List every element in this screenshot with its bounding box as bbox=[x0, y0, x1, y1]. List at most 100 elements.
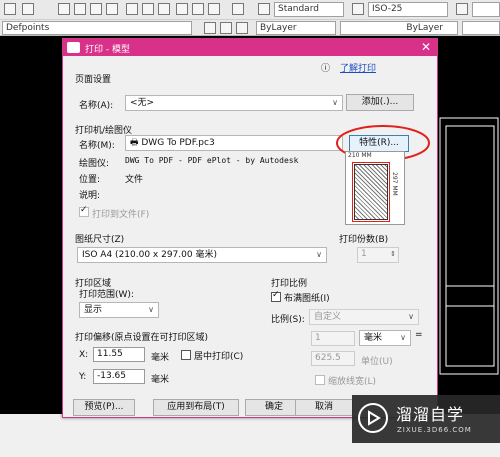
apply-to-layout-button[interactable]: 应用到布局(T) bbox=[153, 399, 239, 416]
sheet-set-icon[interactable] bbox=[176, 3, 188, 15]
standard-toolbar: Standard ISO-25 bbox=[0, 0, 500, 20]
plot-range-select[interactable]: 显示 ∨ bbox=[79, 302, 159, 318]
offset-y-value: -13.65 bbox=[97, 371, 127, 381]
scale-units-input[interactable]: 625.5 bbox=[311, 351, 355, 366]
center-plot-checkbox[interactable] bbox=[181, 350, 191, 360]
scale-unit-value: 毫米 bbox=[364, 333, 383, 343]
layer-name: Defpoints bbox=[6, 23, 50, 33]
offset-y-label: Y: bbox=[79, 372, 87, 382]
preview-width: 210 MM bbox=[348, 152, 372, 159]
layers-toolbar: Defpoints ByLayer ByLayer bbox=[0, 20, 500, 36]
center-plot-label: 居中打印(C) bbox=[194, 352, 244, 362]
offset-x-unit: 毫米 bbox=[151, 353, 170, 363]
redo-icon[interactable] bbox=[22, 3, 34, 15]
cancel-button[interactable]: 取消 bbox=[295, 399, 353, 416]
printer-name-select[interactable]: 🖶 DWG To PDF.pc3 bbox=[125, 135, 343, 151]
layer-combo[interactable]: Defpoints bbox=[2, 21, 192, 35]
add-page-setup-button[interactable]: 添加(.)... bbox=[346, 94, 414, 111]
zoom-realtime-icon[interactable] bbox=[74, 3, 86, 15]
page-setup-title: 页面设置 bbox=[75, 72, 114, 85]
color-combo[interactable]: ByLayer bbox=[256, 21, 336, 35]
make-current-icon[interactable] bbox=[220, 22, 232, 34]
design-center-icon[interactable] bbox=[142, 3, 154, 15]
preview-height: 297 MM bbox=[391, 172, 398, 196]
plot-range-label: 打印范围(W): bbox=[79, 290, 134, 300]
scale-select[interactable]: 自定义 ∨ bbox=[309, 309, 419, 325]
plot-dialog: 打印 - 模型 ✕ ⓘ 了解打印 页面设置 名称(A): <无> ∨ 添加(.)… bbox=[62, 38, 438, 418]
table-style-icon bbox=[456, 3, 468, 15]
print-to-file-label: 打印到文件(F) bbox=[92, 210, 150, 220]
scale-value: 自定义 bbox=[314, 312, 342, 322]
linetype-combo[interactable]: ByLayer bbox=[340, 21, 458, 35]
page-setup-name-value: <无> bbox=[130, 98, 155, 108]
help-icon[interactable] bbox=[232, 3, 244, 15]
zoom-window-icon[interactable] bbox=[90, 3, 102, 15]
printable-area bbox=[352, 162, 390, 222]
scale-units-label: 单位(U) bbox=[361, 357, 393, 367]
chevron-down-icon: ∨ bbox=[148, 305, 154, 314]
printer-name-label: 名称(M): bbox=[79, 141, 115, 151]
chevron-down-icon: ∨ bbox=[400, 333, 406, 342]
chevron-down-icon: ∨ bbox=[408, 312, 414, 321]
lineweight-combo[interactable] bbox=[462, 21, 500, 35]
layer-manager-icon[interactable] bbox=[236, 22, 248, 34]
plot-range-value: 显示 bbox=[84, 305, 103, 315]
dialog-title: 打印 - 模型 bbox=[85, 45, 130, 55]
paper-size-value: ISO A4 (210.00 x 297.00 毫米) bbox=[82, 250, 217, 260]
printer-icon: 🖶 bbox=[130, 138, 142, 148]
text-style-combo[interactable]: Standard bbox=[274, 2, 344, 17]
offset-x-label: X: bbox=[79, 350, 89, 360]
zoom-previous-icon[interactable] bbox=[106, 3, 118, 15]
scale-unit-select[interactable]: 毫米 ∨ bbox=[359, 330, 411, 346]
linetype-value: ByLayer bbox=[406, 23, 443, 33]
dim-style-value: ISO-25 bbox=[372, 4, 403, 14]
scale-paper-input[interactable]: 1 bbox=[311, 331, 355, 346]
printer-name-value: DWG To PDF.pc3 bbox=[141, 138, 215, 148]
dim-style-icon bbox=[352, 3, 364, 15]
color-value: ByLayer bbox=[260, 23, 297, 33]
location-label: 位置: bbox=[79, 175, 101, 185]
paper-size-title: 图纸尺寸(Z) bbox=[75, 232, 127, 245]
paper-preview: 210 MM 297 MM bbox=[345, 151, 405, 225]
copies-title: 打印份数(B) bbox=[339, 232, 391, 245]
plotter-value: DWG To PDF - PDF ePlot - by Autodesk bbox=[125, 156, 299, 165]
spinner-icon[interactable]: ⇕ bbox=[390, 248, 396, 261]
print-to-file-checkbox[interactable] bbox=[79, 205, 89, 217]
page-setup-name-select[interactable]: <无> ∨ bbox=[125, 95, 343, 111]
undo-icon[interactable] bbox=[4, 3, 16, 15]
description-label: 说明: bbox=[79, 191, 101, 201]
pan-icon[interactable] bbox=[58, 3, 70, 15]
text-style-value: Standard bbox=[278, 4, 319, 14]
scale-units-value: 625.5 bbox=[315, 353, 341, 363]
offset-y-input[interactable]: -13.65 bbox=[93, 369, 145, 384]
plot-offset-title: 打印偏移(原点设置在可打印区域) bbox=[75, 330, 211, 343]
watermark: 溜溜自学 ZIXUE.3D66.COM bbox=[352, 395, 500, 443]
plot-scale-title: 打印比例 bbox=[271, 276, 310, 289]
location-value: 文件 bbox=[125, 175, 144, 185]
text-style-icon bbox=[258, 3, 270, 15]
dim-style-combo[interactable]: ISO-25 bbox=[368, 2, 448, 17]
learn-plot-link[interactable]: 了解打印 bbox=[340, 61, 376, 74]
scale-paper-value: 1 bbox=[315, 333, 321, 343]
offset-x-input[interactable]: 11.55 bbox=[93, 347, 145, 362]
properties-icon[interactable] bbox=[126, 3, 138, 15]
preview-button[interactable]: 预览(P)... bbox=[73, 399, 135, 416]
copies-input[interactable]: 1 ⇕ bbox=[357, 247, 399, 263]
tool-palette-icon[interactable] bbox=[158, 3, 170, 15]
info-icon: ⓘ bbox=[321, 64, 331, 74]
calculator-icon[interactable] bbox=[208, 3, 220, 15]
chevron-down-icon: ∨ bbox=[316, 250, 322, 259]
plotter-label: 绘图仪: bbox=[79, 159, 110, 169]
fit-to-paper-checkbox[interactable] bbox=[271, 290, 281, 302]
watermark-title: 溜溜自学 bbox=[396, 405, 465, 424]
layer-previous-icon[interactable] bbox=[204, 22, 216, 34]
watermark-url: ZIXUE.3D66.COM bbox=[397, 426, 472, 434]
play-logo-icon bbox=[358, 403, 388, 433]
paper-size-select[interactable]: ISO A4 (210.00 x 297.00 毫米) ∨ bbox=[77, 247, 327, 263]
markup-icon[interactable] bbox=[192, 3, 204, 15]
copies-value: 1 bbox=[361, 249, 367, 259]
scale-lineweight-checkbox[interactable] bbox=[315, 375, 325, 385]
table-style-combo[interactable] bbox=[472, 2, 500, 17]
close-icon[interactable]: ✕ bbox=[421, 40, 431, 54]
dialog-titlebar[interactable]: 打印 - 模型 ✕ bbox=[63, 39, 437, 56]
